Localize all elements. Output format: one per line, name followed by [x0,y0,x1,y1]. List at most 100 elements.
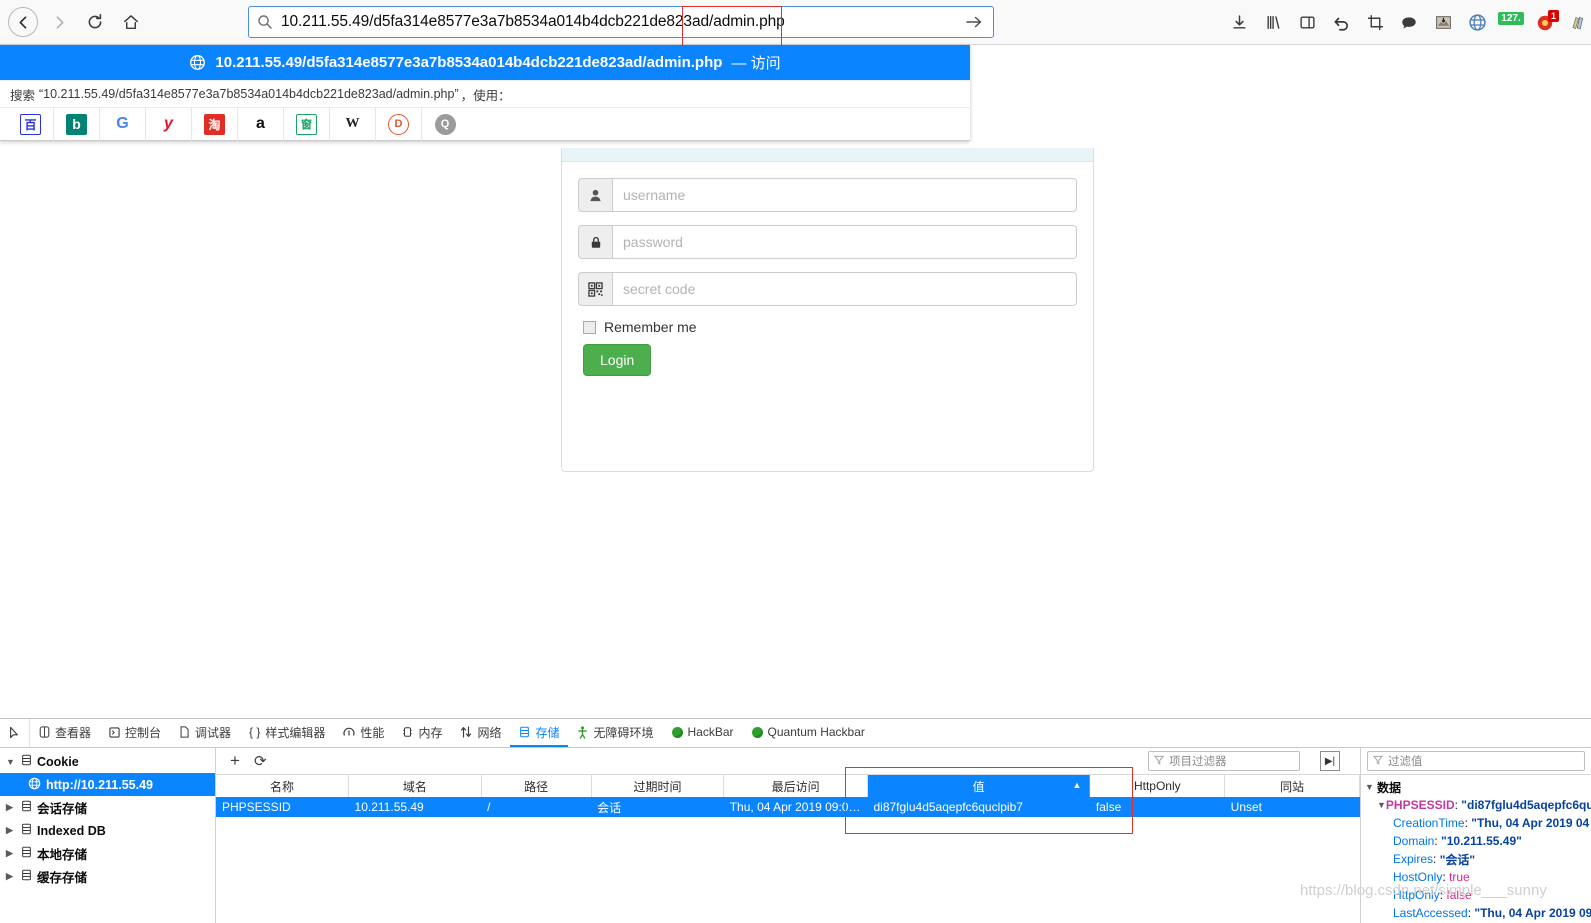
col-header-domain[interactable]: 域名 [348,775,482,797]
json-cookie-name: PHPSESSID [1385,798,1455,812]
go-arrow-icon[interactable] [963,11,985,33]
json-prop-value: "10.211.55.49" [1441,834,1522,848]
reload-button[interactable] [78,5,112,39]
col-header-last-accessed[interactable]: 最后访问 [723,775,868,797]
json-cookie-value: "di87fglu4d5aqepfc6qu [1461,798,1591,812]
tree-item-local-storage-label: 本地存储 [37,848,88,862]
downloads-icon[interactable] [1222,6,1256,40]
url-bar[interactable]: 10.211.55.49/d5fa314e8577e3a7b8534a014b4… [248,6,994,38]
tab-performance-label: 性能 [360,725,385,740]
globe-translate-icon[interactable] [1460,6,1494,40]
json-root-row[interactable]: ▼ 数据 [1361,778,1591,796]
bing-engine-icon[interactable]: b [54,107,100,141]
tab-accessibility[interactable]: 无障碍环境 [568,719,662,747]
col-header-httponly[interactable]: HttpOnly [1089,775,1226,797]
tree-item-origin-label: http://10.211.55.49 [46,777,154,792]
remember-me-checkbox[interactable] [583,320,596,334]
crop-icon[interactable] [1358,6,1392,40]
element-picker-icon[interactable] [0,719,30,747]
chevron-right-icon[interactable]: ▶ [6,848,16,859]
tab-memory[interactable]: 内存 [393,719,451,747]
password-input[interactable] [612,225,1077,259]
devtools-tabbar: 查看器 控制台 调试器 { } 样式编辑器 性能 内存 网络 存储 无障碍环境 … [0,719,1591,748]
storage-node-icon [21,869,32,884]
tree-item-session-storage[interactable]: ▶ 会话存储 [0,796,215,819]
chevron-right-icon[interactable]: ▶ [6,802,16,813]
autocomplete-visit-row[interactable]: 10.211.55.49/d5fa314e8577e3a7b8534a014b4… [0,45,970,80]
tree-item-origin[interactable]: http://10.211.55.49 [0,773,215,796]
library-icon[interactable] [1256,6,1290,40]
chevron-right-icon[interactable]: ▶ [6,871,16,882]
json-prop-expires: Expires : "会话" [1393,852,1476,867]
search-suffix-label: ，使用： [460,88,511,103]
devtools-panel: 查看器 控制台 调试器 { } 样式编辑器 性能 内存 网络 存储 无障碍环境 … [0,718,1591,923]
tree-item-session-storage-label: 会话存储 [37,802,88,816]
books-icon[interactable] [1562,6,1591,40]
table-row[interactable]: PHPSESSID 10.211.55.49 / 会话 Thu, 04 Apr … [216,797,1360,817]
filter-funnel-icon [1372,755,1384,768]
amazon-engine-icon[interactable]: a [238,107,284,141]
url-input-text[interactable]: 10.211.55.49/d5fa314e8577e3a7b8534a014b4… [281,13,785,31]
duckduckgo-engine-icon[interactable]: D [376,107,422,141]
chevron-down-icon[interactable]: ▼ [1365,782,1377,792]
undo-icon[interactable] [1324,6,1358,40]
remember-me-row[interactable]: Remember me [583,319,1077,335]
chevron-down-icon[interactable]: ▼ [6,757,16,767]
proxy-127-icon[interactable]: 127. [1494,6,1528,40]
baidu-engine-icon[interactable]: 百 [8,107,54,141]
back-button[interactable] [6,5,40,39]
adblock-icon[interactable]: 1 [1528,6,1562,40]
tree-item-cache-storage[interactable]: ▶ 缓存存储 [0,865,215,888]
so360-engine-icon[interactable]: 窗 [284,107,330,141]
tab-network[interactable]: 网络 [451,719,510,747]
tab-hackbar-label: HackBar [687,725,734,739]
network-icon [460,726,472,738]
value-filter-input[interactable]: 过滤值 [1367,751,1585,771]
tree-item-cookie[interactable]: ▼ Cookie [0,750,215,773]
tab-console[interactable]: 控制台 [100,719,170,747]
home-button[interactable] [114,5,148,39]
col-header-name[interactable]: 名称 [216,775,350,797]
col-header-value[interactable]: 值 ▲ [867,775,1091,797]
refresh-button[interactable]: ⟳ [254,752,267,770]
tab-hackbar[interactable]: HackBar [663,719,743,747]
col-header-samesite[interactable]: 同站 [1224,775,1360,797]
sidebar-icon[interactable] [1290,6,1324,40]
image-download-icon[interactable] [1426,6,1460,40]
tab-storage[interactable]: 存储 [510,719,569,747]
tree-item-indexed-db[interactable]: ▶ Indexed DB [0,819,215,842]
login-button[interactable]: Login [583,344,652,376]
add-cookie-button[interactable]: + [230,751,240,771]
comment-icon[interactable] [1392,6,1426,40]
yandex-engine-icon[interactable]: y [146,107,192,141]
json-cookie-row[interactable]: ▼ PHPSESSID : "di87fglu4d5aqepfc6qu [1361,796,1591,814]
tree-item-local-storage[interactable]: ▶ 本地存储 [0,842,215,865]
search-icon [257,14,273,30]
json-prop-lastaccessed: LastAccessed : "Thu, 04 Apr 2019 09 [1393,906,1591,920]
google-engine-icon[interactable]: G [100,107,146,141]
tab-accessibility-label: 无障碍环境 [593,725,654,740]
forward-button[interactable] [42,5,76,39]
item-filter-input[interactable]: 项目过滤器 [1148,751,1300,771]
tab-debugger[interactable]: 调试器 [170,719,240,747]
sidebar-toggle-icon[interactable]: ▶| [1320,751,1340,771]
chevron-down-icon[interactable]: ▼ [1377,800,1386,810]
search-more-icon[interactable]: Q [422,108,468,141]
cell-httponly: false [1089,797,1225,817]
username-field-group [578,178,1077,212]
tab-style-editor[interactable]: { } 样式编辑器 [240,719,334,747]
memory-icon [402,726,413,738]
chevron-right-icon[interactable]: ▶ [6,825,16,836]
hackbar-icon [671,726,683,738]
quantum-hackbar-icon [751,726,763,738]
tab-quantum-hackbar[interactable]: Quantum Hackbar [743,719,874,747]
col-header-expires[interactable]: 过期时间 [591,775,725,797]
wikipedia-engine-icon[interactable]: W [330,107,376,141]
sidebar-filter-bar: 过滤值 [1361,748,1591,775]
col-header-path[interactable]: 路径 [481,775,592,797]
tab-inspector[interactable]: 查看器 [30,719,100,747]
username-input[interactable] [612,178,1077,212]
secret-code-input[interactable] [612,272,1077,306]
tab-performance[interactable]: 性能 [334,719,393,747]
taobao-engine-icon[interactable]: 淘 [192,107,238,141]
